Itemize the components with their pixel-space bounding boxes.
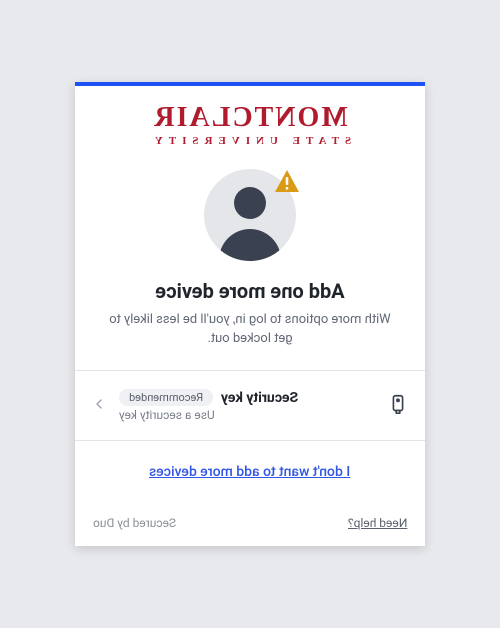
option-title: Security key [221,390,298,406]
page-title: Add one more device [101,279,399,303]
option-text: Security key Recommended Use a security … [119,389,375,422]
chevron-right-icon [91,396,107,416]
recommended-badge: Recommended [119,389,213,406]
avatar [204,169,296,261]
branding-logo: MONTCLAIR STATE UNIVERSITY [75,86,425,157]
page-subtitle: With more options to log in, you'll be l… [101,311,399,349]
brand-name-sub: STATE UNIVERSITY [95,135,405,147]
brand-name-main: MONTCLAIR [95,104,405,132]
footer: Need help? Secured by Duo [75,502,425,546]
avatar-block [75,157,425,265]
auth-card: MONTCLAIR STATE UNIVERSITY Add one more … [75,82,425,547]
help-link[interactable]: Need help? [348,516,407,530]
secured-by-label: Secured by Duo [93,516,176,530]
skip-link[interactable]: I don't want to add more devices [149,464,350,480]
option-security-key[interactable]: Security key Recommended Use a security … [75,371,425,440]
warning-icon [272,167,302,197]
headings: Add one more device With more options to… [75,265,425,371]
security-key-icon [387,393,409,419]
option-description: Use a security key [119,408,375,422]
skip-section: I don't want to add more devices [75,441,425,502]
